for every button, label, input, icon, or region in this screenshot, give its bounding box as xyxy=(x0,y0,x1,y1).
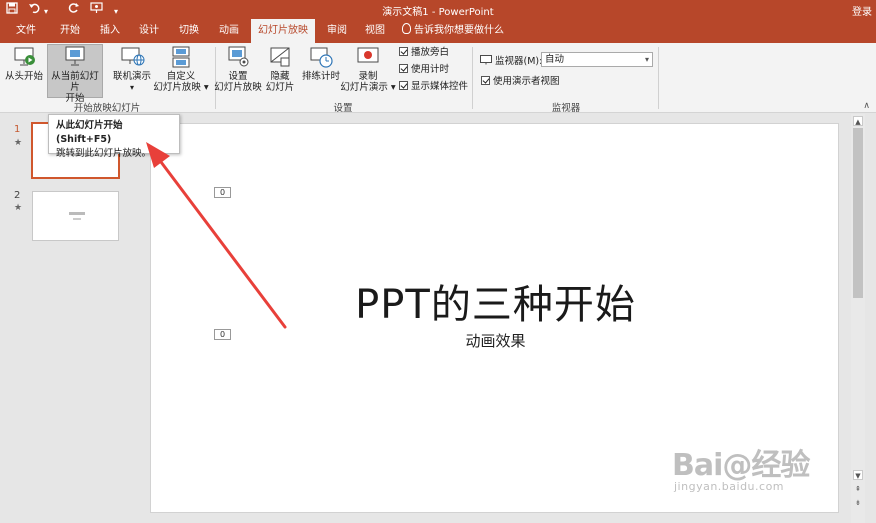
hide-slide-label-1: 隐藏 xyxy=(270,71,290,82)
watermark-site: jingyan.baidu.com xyxy=(674,480,785,493)
hide-slide-label-2: 幻灯片 xyxy=(265,82,295,93)
start-slideshow-group-label: 开始放映幻灯片 xyxy=(73,103,141,114)
animation-star-icon: ★ xyxy=(14,138,23,148)
from-beginning-icon xyxy=(11,45,37,69)
setup-group-label: 设置 xyxy=(333,103,353,114)
scroll-down-arrow-icon[interactable]: ▼ xyxy=(853,470,863,480)
group-separator xyxy=(658,47,659,109)
slide-title[interactable]: PPT的三种开始 xyxy=(151,272,840,330)
lightbulb-icon xyxy=(402,23,411,34)
title-bar: ▾ ▾ 演示文稿1 - PowerPoint 登录 xyxy=(0,0,876,19)
group-separator xyxy=(472,47,473,109)
tooltip: 从此幻灯片开始 (Shift+F5) 跳转到此幻灯片放映。 xyxy=(48,114,180,159)
present-online-label: 联机演示 xyxy=(112,71,151,82)
record-slideshow-icon xyxy=(355,45,381,69)
record-slideshow-label-2: 幻灯片演示 ▾ xyxy=(340,82,396,93)
custom-slideshow-label-1: 自定义 xyxy=(166,71,196,82)
slide-number: 2 xyxy=(14,190,21,201)
monitor-label-row: 监视器(M): xyxy=(480,53,542,67)
tell-me-search[interactable]: 告诉我你想要做什么 xyxy=(402,19,504,43)
login-button[interactable]: 登录 xyxy=(852,3,872,18)
ribbon-tabs: 文件 开始 插入 设计 切换 动画 幻灯片放映 审阅 视图 告诉我你想要做什么 xyxy=(0,19,876,43)
from-current-slide-icon xyxy=(62,45,88,69)
slide-number: 1 xyxy=(14,124,21,135)
collapse-ribbon-icon[interactable]: ∧ xyxy=(863,101,870,111)
next-slide-icon[interactable]: ⇟ xyxy=(853,498,863,508)
tab-animations[interactable]: 动画 xyxy=(211,19,247,43)
from-current-slide-label-1: 从当前幻灯片 xyxy=(51,71,99,93)
use-presenter-view-label: 使用演示者视图 xyxy=(493,76,560,87)
tooltip-title: 从此幻灯片开始 (Shift+F5) xyxy=(56,120,123,145)
hide-slide-icon xyxy=(267,45,293,69)
slide-subtitle[interactable]: 动画效果 xyxy=(151,330,840,351)
monitors-group-label: 监视器 xyxy=(551,103,581,114)
record-slideshow-button[interactable]: 录制 幻灯片演示 ▾ xyxy=(340,45,396,97)
custom-slideshow-icon xyxy=(168,45,194,69)
vertical-scrollbar[interactable]: ▲ ▼ ⇞ ⇟ xyxy=(851,114,865,523)
show-media-controls-label: 显示媒体控件 xyxy=(411,81,469,92)
monitor-icon xyxy=(480,55,492,65)
window-title: 演示文稿1 - PowerPoint xyxy=(382,7,494,18)
thumbnail-title-preview xyxy=(69,212,85,215)
animation-star-icon: ★ xyxy=(14,203,23,213)
checkbox-checked-icon xyxy=(481,76,490,85)
play-narrations-checkbox[interactable]: 播放旁白 xyxy=(399,47,449,59)
rehearse-timings-icon xyxy=(308,45,334,69)
use-timings-checkbox[interactable]: 使用计时 xyxy=(399,64,449,76)
custom-slideshow-button[interactable]: 自定义 幻灯片放映 ▾ xyxy=(153,45,209,97)
scrollbar-thumb[interactable] xyxy=(853,128,863,298)
play-narrations-label: 播放旁白 xyxy=(411,47,450,58)
tooltip-description: 跳转到此幻灯片放映。 xyxy=(56,148,152,159)
setup-slideshow-icon xyxy=(225,45,251,69)
tab-review[interactable]: 审阅 xyxy=(319,19,355,43)
tab-transitions[interactable]: 切换 xyxy=(171,19,207,43)
from-current-slide-button[interactable]: 从当前幻灯片 开始 xyxy=(47,44,103,104)
setup-slideshow-label-1: 设置 xyxy=(228,71,248,82)
tab-insert[interactable]: 插入 xyxy=(92,19,128,43)
tell-me-text: 告诉我你想要做什么 xyxy=(414,25,504,36)
tab-slideshow[interactable]: 幻灯片放映 xyxy=(251,19,315,43)
rehearse-timings-button[interactable]: 排练计时 xyxy=(299,45,343,97)
baidu-jingyan-watermark: Bai@经验 jingyan.baidu.com xyxy=(672,440,852,500)
scroll-up-arrow-icon[interactable]: ▲ xyxy=(853,116,863,126)
watermark-brand: Bai@经验 xyxy=(672,448,810,483)
present-online-button[interactable]: 联机演示 ▾ xyxy=(110,45,154,97)
from-beginning-label: 从头开始 xyxy=(4,71,43,82)
from-beginning-button[interactable]: 从头开始 xyxy=(4,45,44,97)
present-online-icon xyxy=(119,45,145,69)
monitor-select[interactable]: 自动 xyxy=(541,52,653,67)
rehearse-timings-label: 排练计时 xyxy=(301,71,340,82)
tab-home[interactable]: 开始 xyxy=(52,19,88,43)
animation-order-tag[interactable]: 0 xyxy=(214,187,231,198)
monitor-select-value: 自动 xyxy=(545,54,565,65)
record-slideshow-label-1: 录制 xyxy=(358,71,378,82)
previous-slide-icon[interactable]: ⇞ xyxy=(853,484,863,494)
tab-file[interactable]: 文件 xyxy=(8,19,44,43)
setup-slideshow-button[interactable]: 设置 幻灯片放映 xyxy=(214,45,262,97)
tab-design[interactable]: 设计 xyxy=(131,19,167,43)
slide-thumbnail-2[interactable] xyxy=(32,191,119,241)
checkbox-checked-icon xyxy=(399,64,408,73)
use-presenter-view-checkbox[interactable]: 使用演示者视图 xyxy=(481,76,560,88)
checkbox-checked-icon xyxy=(399,81,408,90)
ribbon: 从头开始 从当前幻灯片 开始 联机演示 ▾ 自定义 幻灯片放映 ▾ 开始放映幻灯… xyxy=(0,43,876,114)
slide-thumbnail-pane: 1 ★ 2 ★ xyxy=(0,114,138,523)
window-edge xyxy=(865,114,876,523)
setup-slideshow-label-2: 幻灯片放映 xyxy=(214,82,262,93)
use-timings-label: 使用计时 xyxy=(411,64,450,75)
monitor-label: 监视器(M): xyxy=(495,56,543,67)
thumbnail-subtitle-preview xyxy=(73,218,81,220)
show-media-controls-checkbox[interactable]: 显示媒体控件 xyxy=(399,81,468,93)
tab-view[interactable]: 视图 xyxy=(357,19,393,43)
hide-slide-button[interactable]: 隐藏 幻灯片 xyxy=(264,45,296,97)
checkbox-checked-icon xyxy=(399,47,408,56)
present-online-dropdown-icon: ▾ xyxy=(129,83,134,92)
custom-slideshow-label-2: 幻灯片放映 ▾ xyxy=(153,82,209,93)
